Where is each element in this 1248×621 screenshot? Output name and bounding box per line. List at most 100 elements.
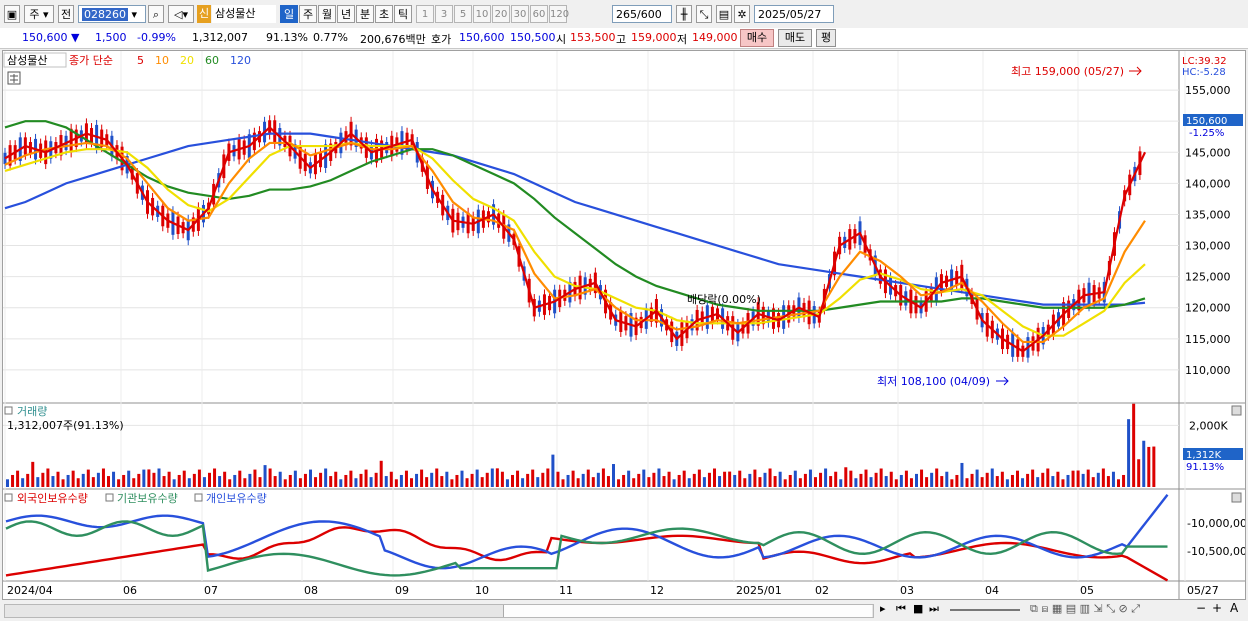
menu-dropdown-1[interactable]: 주 ▾ bbox=[24, 5, 54, 23]
menu-button-2[interactable]: 전 bbox=[58, 5, 74, 23]
price-value: 150,600 ▼ bbox=[22, 31, 80, 44]
scrollbar[interactable] bbox=[4, 604, 874, 618]
stock-name-field[interactable]: 삼성물산 bbox=[212, 5, 276, 23]
volume-bar bbox=[303, 473, 307, 487]
period-tab-3[interactable]: 년 bbox=[337, 5, 355, 23]
dividend-annotation: 배당락(0.00%) bbox=[687, 293, 761, 306]
volume-bar bbox=[763, 472, 767, 487]
volume-bar bbox=[682, 470, 686, 487]
volume-bar bbox=[192, 473, 196, 487]
gear-icon[interactable]: ✲ bbox=[734, 5, 750, 23]
holding-y-tick: -10,500,00 bbox=[1187, 545, 1245, 558]
volume-bar bbox=[915, 473, 918, 487]
draw-tool-icon[interactable]: ⤡ bbox=[696, 5, 712, 23]
volume-bar bbox=[662, 476, 666, 487]
layout-icons[interactable]: ⧉ ⧈ ▦ ▤ ▥ ⇲ ⤡ ⊘ ⤢ bbox=[1030, 602, 1140, 616]
volume-bar bbox=[950, 479, 954, 487]
volume-bar bbox=[1031, 469, 1035, 487]
scrollbar-thumb[interactable] bbox=[503, 605, 872, 617]
date-input[interactable]: 2025/05/27 ▦ bbox=[754, 5, 834, 39]
minute-tab-120[interactable]: 120 bbox=[549, 5, 569, 23]
volume-bar bbox=[117, 479, 121, 487]
volume-bar bbox=[51, 476, 55, 487]
chart-type-icon[interactable]: ╫ bbox=[676, 5, 692, 23]
count-input[interactable]: 265/600 bbox=[612, 5, 672, 23]
volume-bar bbox=[783, 479, 787, 487]
volume-bar bbox=[374, 472, 378, 487]
volume-bar bbox=[904, 470, 908, 487]
minute-tab-30[interactable]: 30 bbox=[511, 5, 529, 23]
window-icon[interactable]: ▣ bbox=[4, 5, 20, 23]
period-tab-6[interactable]: 틱 bbox=[394, 5, 412, 23]
buy-button[interactable]: 매수 bbox=[740, 29, 774, 47]
volume-bar bbox=[172, 479, 176, 487]
volume-bar bbox=[31, 461, 35, 487]
volume-close-icon[interactable] bbox=[1231, 405, 1242, 416]
volume-bar bbox=[1096, 472, 1100, 487]
period-tab-4[interactable]: 분 bbox=[356, 5, 374, 23]
zoom-in-icon[interactable]: + bbox=[1212, 601, 1222, 615]
volume-bar bbox=[894, 479, 898, 487]
stock-code-input[interactable]: 028260 ▾ bbox=[78, 5, 146, 23]
speaker-icon[interactable]: ◁▾ bbox=[168, 5, 194, 23]
volume-bar bbox=[1066, 474, 1070, 487]
volume-bar bbox=[647, 477, 651, 487]
volume-bar bbox=[546, 468, 550, 487]
period-tab-2[interactable]: 월 bbox=[318, 5, 336, 23]
volume-bar bbox=[824, 468, 828, 487]
volume-bar bbox=[642, 469, 646, 487]
volume-bar bbox=[1026, 473, 1030, 487]
volume-bar bbox=[758, 477, 762, 487]
volume-bar bbox=[909, 478, 913, 487]
minute-tab-10[interactable]: 10 bbox=[473, 5, 491, 23]
price-chart[interactable]: 155,000150,000145,000140,000135,000130,0… bbox=[3, 51, 1247, 599]
x-tick-label: 11 bbox=[559, 584, 573, 597]
legend-period-20: 20 bbox=[180, 54, 194, 67]
y-tick-label: 145,000 bbox=[1185, 146, 1231, 159]
scroll-right-icon[interactable]: ▸ bbox=[880, 602, 886, 615]
save-icon[interactable]: ▤ bbox=[716, 5, 732, 23]
minute-tab-5[interactable]: 5 bbox=[454, 5, 472, 23]
stop-icon[interactable]: ■ bbox=[913, 602, 923, 615]
legend-period-10: 10 bbox=[155, 54, 169, 67]
individual-icon bbox=[194, 493, 203, 502]
first-icon[interactable]: ⏮ bbox=[896, 602, 906, 616]
period-tab-1[interactable]: 주 bbox=[299, 5, 317, 23]
x-tick-label: 10 bbox=[475, 584, 489, 597]
x-tick-label: 2025/01 bbox=[736, 584, 782, 597]
volume-bar bbox=[480, 477, 484, 487]
volume-bar bbox=[369, 477, 373, 487]
period-tab-5[interactable]: 초 bbox=[375, 5, 393, 23]
zoom-slider[interactable] bbox=[950, 609, 1020, 611]
volume-bar bbox=[601, 468, 605, 487]
text-size-icon[interactable]: A bbox=[1230, 601, 1238, 615]
volume-bar bbox=[233, 474, 237, 487]
period-tab-0[interactable]: 일 bbox=[280, 5, 298, 23]
volume-tag-value: 1,312K bbox=[1186, 450, 1222, 461]
volume-panel-icon[interactable] bbox=[4, 406, 13, 415]
zoom-out-icon[interactable]: − bbox=[1196, 601, 1206, 615]
holding-panel-icon[interactable] bbox=[4, 493, 13, 502]
volume-bar bbox=[394, 479, 398, 487]
holding-close-icon[interactable] bbox=[1231, 492, 1242, 503]
volume-bar bbox=[526, 473, 530, 487]
eval-button[interactable]: 평 bbox=[816, 29, 836, 47]
minute-tabs: 1 3 5 10 20 30 60 120 bbox=[416, 5, 610, 23]
volume-bar bbox=[56, 471, 60, 487]
volume-bar bbox=[202, 477, 206, 487]
volume-bar bbox=[364, 469, 368, 487]
last-icon[interactable]: ⏭ bbox=[929, 602, 939, 616]
search-icon[interactable]: ⌕ bbox=[148, 5, 164, 23]
minute-tab-3[interactable]: 3 bbox=[435, 5, 453, 23]
volume-bar bbox=[945, 471, 949, 487]
sell-button[interactable]: 매도 bbox=[778, 29, 812, 47]
minute-tab-60[interactable]: 60 bbox=[530, 5, 548, 23]
volume-bar bbox=[849, 470, 853, 487]
volume-bar bbox=[1147, 446, 1151, 487]
minute-tab-20[interactable]: 20 bbox=[492, 5, 510, 23]
volume-bar bbox=[415, 473, 419, 487]
volume-bar bbox=[349, 470, 353, 487]
minute-tab-1[interactable]: 1 bbox=[416, 5, 434, 23]
volume-bar bbox=[652, 472, 656, 487]
volume-bar bbox=[243, 478, 247, 487]
